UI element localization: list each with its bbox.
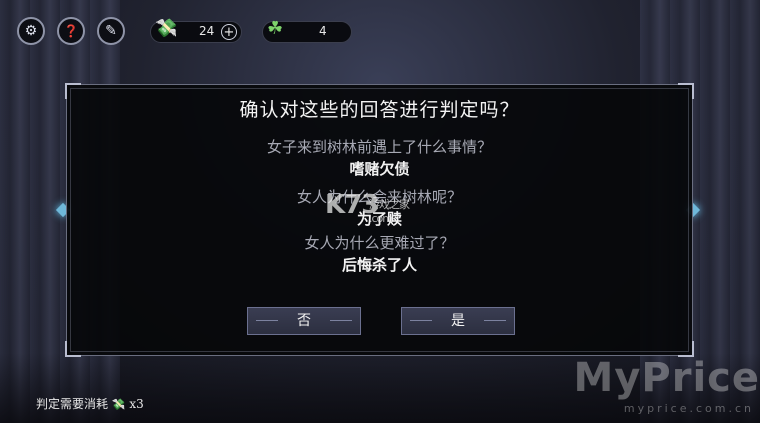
- no-button[interactable]: 否: [247, 307, 361, 335]
- quill-icon: ✎: [105, 23, 117, 39]
- journal-icon: ❓: [63, 24, 79, 38]
- plus-icon: +: [223, 25, 235, 40]
- add-money-button[interactable]: +: [221, 24, 237, 40]
- cost-label: 判定需要消耗: [36, 397, 109, 411]
- clover-value: 4: [319, 24, 327, 38]
- cost-count: x3: [129, 397, 144, 411]
- money-value: 24: [199, 24, 215, 38]
- money-counter: 💸 24 +: [150, 18, 242, 43]
- clover-icon: ☘: [267, 18, 284, 39]
- money-icon: 💸: [111, 398, 126, 411]
- money-icon: 💸: [155, 18, 178, 39]
- yes-button-label: 是: [451, 313, 465, 329]
- settings-button[interactable]: ⚙: [17, 17, 45, 45]
- button-ornament: [484, 320, 506, 321]
- myprice-watermark: MyPrice: [573, 355, 760, 401]
- yes-button[interactable]: 是: [401, 307, 515, 335]
- question-1: 女子来到树林前遇上了什么事情？: [266, 138, 492, 156]
- dialog-corner: [65, 341, 81, 357]
- notes-button[interactable]: ✎: [97, 17, 125, 45]
- question-3: 女人为什么更难过了？: [304, 234, 455, 252]
- clover-counter: ☘ 4: [262, 18, 352, 43]
- answer-3: 后悔杀了人: [341, 256, 417, 274]
- dialog-title: 确认对这些的回答进行判定吗？: [239, 99, 520, 121]
- no-button-label: 否: [297, 313, 311, 329]
- judgement-cost: 判定需要消耗 💸 x3: [36, 395, 144, 412]
- button-ornament: [410, 320, 432, 321]
- button-ornament: [330, 320, 352, 321]
- journal-button[interactable]: ❓: [57, 17, 85, 45]
- button-ornament: [256, 320, 278, 321]
- k73-watermark: K73 游戏之家 .com: [325, 190, 410, 225]
- settings-gear-icon: ⚙: [24, 23, 38, 39]
- k73-subtitle: 游戏之家 .com: [369, 198, 410, 225]
- myprice-url: myprice.com.cn: [623, 402, 754, 415]
- answer-1: 嗜赌欠债: [349, 160, 410, 178]
